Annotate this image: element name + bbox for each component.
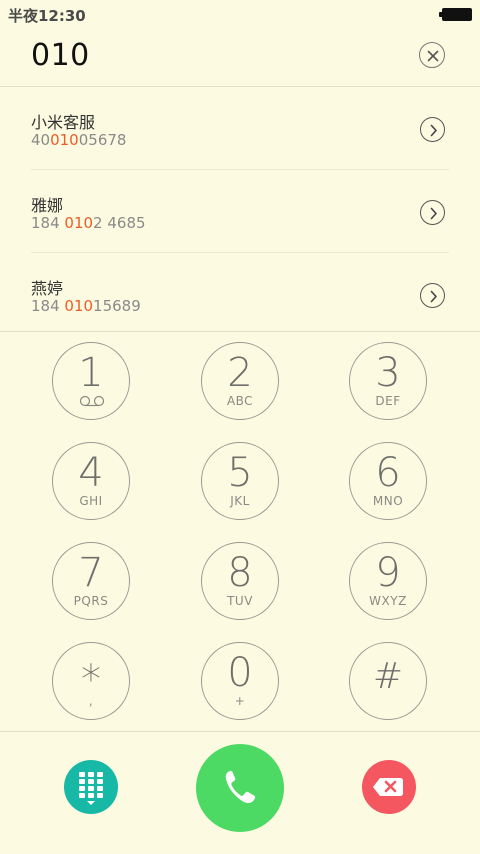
- clear-input-button[interactable]: [419, 42, 445, 68]
- key-letters: DEF: [375, 394, 401, 408]
- key-letters: ABC: [226, 394, 254, 408]
- key-digit: 0: [227, 650, 253, 696]
- contact-detail-button[interactable]: [420, 200, 445, 225]
- status-time: 半夜12:30: [8, 7, 86, 25]
- voicemail-icon: [79, 395, 105, 407]
- key-letters: +: [234, 694, 246, 708]
- key-0[interactable]: 0 +: [201, 642, 279, 720]
- key-digit: #: [372, 656, 404, 697]
- bottom-action-bar: [0, 731, 480, 854]
- key-letters: TUV: [227, 594, 253, 608]
- chevron-right-icon: [430, 124, 437, 137]
- key-5[interactable]: 5 JKL: [201, 442, 279, 520]
- key-letters: WXYZ: [369, 594, 407, 608]
- contact-results-list: 小米客服 4001005678 雅娜 184 0102 4685 燕婷 184 …: [0, 87, 480, 335]
- key-digit: 3: [375, 350, 401, 396]
- key-2[interactable]: 2 ABC: [201, 342, 279, 420]
- key-1[interactable]: 1: [52, 342, 130, 420]
- key-digit: 4: [78, 450, 104, 496]
- contact-result[interactable]: 小米客服 4001005678: [0, 87, 480, 169]
- key-letters: GHI: [79, 494, 103, 508]
- key-9[interactable]: 9 WXYZ: [349, 542, 427, 620]
- close-icon: [427, 50, 439, 62]
- key-letters: MNO: [372, 494, 404, 508]
- contact-name: 小米客服: [31, 113, 96, 132]
- battery-icon: [439, 8, 472, 21]
- contact-name: 燕婷: [31, 279, 64, 298]
- dialpad-icon: [79, 772, 103, 805]
- key-letters: JKL: [230, 494, 250, 508]
- contact-name: 雅娜: [31, 196, 64, 215]
- chevron-right-icon: [430, 207, 437, 220]
- dialed-number[interactable]: 010: [31, 38, 90, 73]
- key-4[interactable]: 4 GHI: [52, 442, 130, 520]
- matched-digits: 010: [64, 297, 94, 315]
- contact-number: 4001005678: [31, 131, 127, 149]
- key-3[interactable]: 3 DEF: [349, 342, 427, 420]
- key-letters: PQRS: [73, 594, 109, 608]
- key-digit: 5: [227, 450, 253, 496]
- contact-number: 184 01015689: [31, 297, 141, 315]
- matched-digits: 010: [64, 214, 94, 232]
- matched-digits: 010: [50, 131, 79, 149]
- key-digit: 9: [375, 550, 401, 596]
- key-star[interactable]: * ,: [52, 642, 130, 720]
- key-letters: ,: [88, 694, 94, 708]
- chevron-right-icon: [430, 290, 437, 303]
- key-6[interactable]: 6 MNO: [349, 442, 427, 520]
- key-digit: 8: [227, 550, 253, 596]
- key-digit: 2: [227, 350, 253, 396]
- divider: [0, 331, 480, 332]
- contact-detail-button[interactable]: [420, 117, 445, 142]
- key-7[interactable]: 7 PQRS: [52, 542, 130, 620]
- contact-number: 184 0102 4685: [31, 214, 146, 232]
- status-bar: 半夜12:30: [0, 0, 480, 28]
- phone-icon: [225, 770, 256, 804]
- contact-result[interactable]: 雅娜 184 0102 4685: [31, 169, 449, 252]
- contact-result[interactable]: 燕婷 184 01015689: [31, 252, 449, 335]
- backspace-icon: [373, 778, 403, 796]
- key-hash[interactable]: #: [349, 642, 427, 720]
- toggle-keypad-button[interactable]: [64, 760, 118, 814]
- key-digit: 1: [78, 350, 104, 396]
- key-digit: 6: [375, 450, 401, 496]
- contact-detail-button[interactable]: [420, 283, 445, 308]
- key-digit: 7: [78, 550, 104, 596]
- key-8[interactable]: 8 TUV: [201, 542, 279, 620]
- call-button[interactable]: [196, 744, 284, 832]
- delete-digit-button[interactable]: [362, 760, 416, 814]
- dial-input-row: 010: [0, 28, 480, 87]
